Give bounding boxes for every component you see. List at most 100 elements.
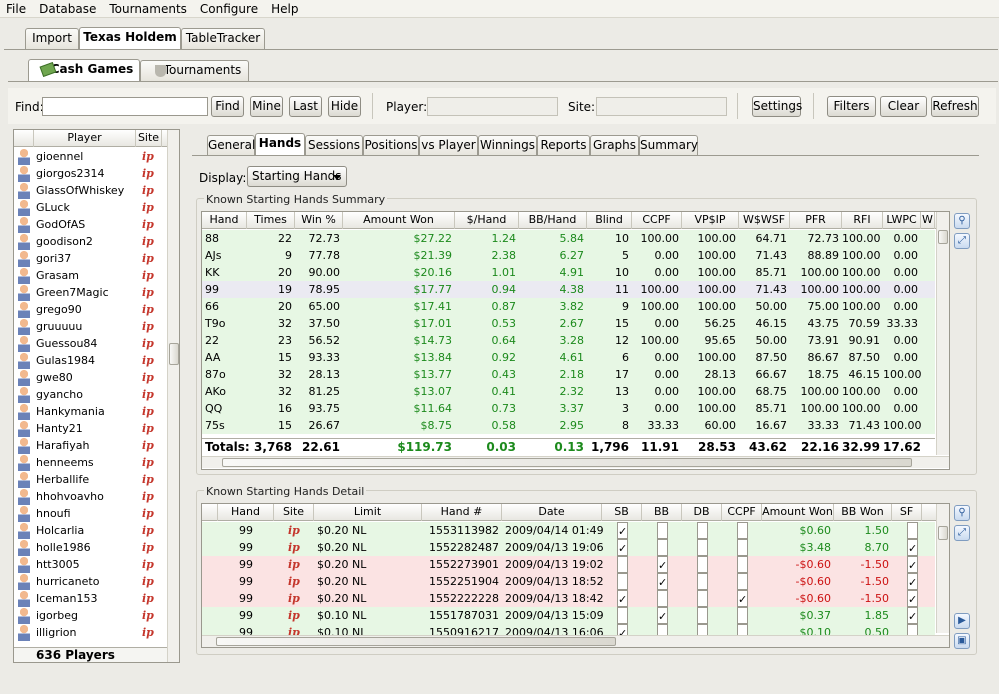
tab-cash-games[interactable]: Cash Games <box>28 59 140 82</box>
find-input[interactable] <box>42 97 208 116</box>
tab-sessions[interactable]: Sessions <box>305 135 363 156</box>
summary-row[interactable]: KK 20 90.00 $20.16 1.01 4.91 10 0.00 100.00 85.71… <box>202 264 935 281</box>
db-checkbox[interactable] <box>697 607 708 624</box>
menu-configure[interactable]: Configure <box>194 0 265 16</box>
player-row[interactable]: hurricaneto ip <box>14 573 167 590</box>
bb-checkbox[interactable]: ✓ <box>657 607 668 624</box>
bb-checkbox[interactable]: ✓ <box>657 556 668 573</box>
menu-tournaments[interactable]: Tournaments <box>103 0 194 16</box>
db-checkbox[interactable] <box>697 590 708 607</box>
summary-col-header[interactable]: BB/Hand <box>519 212 587 229</box>
sf-checkbox[interactable]: ✓ <box>907 539 918 556</box>
summary-col-header[interactable]: PFR <box>790 212 842 229</box>
ccpf-checkbox[interactable] <box>737 522 748 539</box>
detail-vscroll-thumb[interactable] <box>938 526 948 540</box>
menu-database[interactable]: Database <box>33 0 103 16</box>
summary-col-header[interactable]: RFI <box>842 212 883 229</box>
last-button[interactable]: Last <box>289 96 322 117</box>
detail-hscroll[interactable] <box>202 635 949 647</box>
tab-reports[interactable]: Reports <box>537 135 590 156</box>
save-icon[interactable]: ▣ <box>954 633 970 649</box>
mine-button[interactable]: Mine <box>250 96 283 117</box>
player-row[interactable]: gyancho ip <box>14 386 167 403</box>
detail-col-header[interactable]: BB <box>642 504 682 521</box>
db-checkbox[interactable] <box>697 539 708 556</box>
clear-button[interactable]: Clear <box>880 96 927 117</box>
db-checkbox[interactable] <box>697 556 708 573</box>
detail-row[interactable]: 99 ip $0.20 NL 1552222228 2009/04/13 18:42 ✓ ✓… <box>202 590 935 607</box>
filters-button[interactable]: Filters <box>827 96 876 117</box>
summary-col-header[interactable]: Amount Won <box>343 212 455 229</box>
bb-checkbox[interactable] <box>657 522 668 539</box>
sf-checkbox[interactable]: ✓ <box>907 573 918 590</box>
detail-col-header[interactable]: Site <box>274 504 314 521</box>
hide-button[interactable]: Hide <box>328 96 361 117</box>
player-row[interactable]: Grasam ip <box>14 267 167 284</box>
summary-row[interactable]: AA 15 93.33 $13.84 0.92 4.61 6 0.00 100.00 87.50 8… <box>202 349 935 366</box>
sb-checkbox[interactable]: ✓ <box>617 522 628 539</box>
sf-checkbox[interactable]: ✓ <box>907 556 918 573</box>
find-button[interactable]: Find <box>211 96 244 117</box>
ccpf-checkbox[interactable] <box>737 539 748 556</box>
detail-row[interactable]: 99 ip $0.10 NL 1551787031 2009/04/13 15:09 ✓ $… <box>202 607 935 624</box>
detail-col-header[interactable]: CCPF <box>722 504 762 521</box>
summary-vscroll[interactable] <box>936 212 949 455</box>
detail-col-header[interactable]: Hand # <box>422 504 502 521</box>
menu-file[interactable]: File <box>0 0 33 16</box>
summary-col-header[interactable]: Win % <box>295 212 343 229</box>
summary-col-header[interactable]: LWPC <box>883 212 921 229</box>
detail-vscroll[interactable] <box>936 504 949 633</box>
detail-col-header[interactable]: Hand <box>218 504 274 521</box>
sb-checkbox[interactable] <box>617 607 628 624</box>
player-row[interactable]: illigrion ip <box>14 624 167 641</box>
player-row[interactable]: Hanty21 ip <box>14 420 167 437</box>
player-row[interactable]: hhohvoavho ip <box>14 488 167 505</box>
db-checkbox[interactable] <box>697 522 708 539</box>
detail-row[interactable]: 99 ip $0.20 NL 1552282487 2009/04/13 19:06 ✓ $… <box>202 539 935 556</box>
detail-col-header[interactable]: Amount Won <box>762 504 834 521</box>
summary-row[interactable]: QQ 16 93.75 $11.64 0.73 3.37 3 0.00 100.00 85.71 1… <box>202 400 935 417</box>
sb-checkbox[interactable]: ✓ <box>617 539 628 556</box>
tab-summary[interactable]: Summary <box>639 135 698 156</box>
summary-row[interactable]: 99 19 78.95 $17.77 0.94 4.38 11 100.00 100.00 71.… <box>202 281 935 298</box>
summary-row[interactable]: AJs 9 77.78 $21.39 2.38 6.27 5 0.00 100.00 71.43 8… <box>202 247 935 264</box>
refresh-button[interactable]: Refresh <box>931 96 979 117</box>
menu-help[interactable]: Help <box>265 0 305 16</box>
tab-tournaments[interactable]: Tournaments <box>140 60 249 81</box>
sb-checkbox[interactable] <box>617 556 628 573</box>
link-icon[interactable]: ⚲ <box>954 213 970 229</box>
col-site[interactable]: Site <box>136 130 162 147</box>
player-row[interactable]: Hankymania ip <box>14 403 167 420</box>
display-select[interactable]: Starting Hands <box>247 166 347 187</box>
player-row[interactable]: Harafiyah ip <box>14 437 167 454</box>
col-player[interactable]: Player <box>34 130 136 147</box>
player-row[interactable]: Herballife ip <box>14 471 167 488</box>
player-row[interactable]: hnoufi ip <box>14 505 167 522</box>
player-row[interactable]: igorbeg ip <box>14 607 167 624</box>
summary-col-header[interactable]: CCPF <box>632 212 682 229</box>
tab-tabletracker[interactable]: TableTracker <box>181 28 265 49</box>
bb-checkbox[interactable] <box>657 539 668 556</box>
summary-row[interactable]: T9o 32 37.50 $17.01 0.53 2.67 15 0.00 56.25 46.15… <box>202 315 935 332</box>
summary-col-header[interactable]: Times <box>247 212 295 229</box>
summary-hscroll[interactable] <box>202 456 949 468</box>
player-row[interactable]: Guessou84 ip <box>14 335 167 352</box>
detail-row[interactable]: 99 ip $0.20 NL 1553113982 2009/04/14 01:49 ✓ $… <box>202 522 935 539</box>
detail-row[interactable]: 99 ip $0.20 NL 1552251904 2009/04/13 18:52 ✓ -… <box>202 573 935 590</box>
tab-positions[interactable]: Positions <box>363 135 419 156</box>
player-row[interactable]: GLuck ip <box>14 199 167 216</box>
player-row[interactable]: Holcarlia ip <box>14 522 167 539</box>
player-row[interactable]: gruuuuu ip <box>14 318 167 335</box>
tab-general[interactable]: General <box>207 135 255 156</box>
player-row[interactable]: htt3005 ip <box>14 556 167 573</box>
ccpf-checkbox[interactable] <box>737 556 748 573</box>
expand-icon[interactable]: ⤢ <box>954 233 970 249</box>
tab-import[interactable]: Import <box>25 28 79 49</box>
player-row[interactable]: giorgos2314 ip <box>14 165 167 182</box>
bb-checkbox[interactable] <box>657 590 668 607</box>
tab-graphs[interactable]: Graphs <box>590 135 639 156</box>
expand-icon[interactable]: ⤢ <box>954 525 970 541</box>
summary-row[interactable]: 87o 32 28.13 $13.77 0.43 2.18 17 0.00 28.13 66.67… <box>202 366 935 383</box>
player-row[interactable]: Iceman153 ip <box>14 590 167 607</box>
ccpf-checkbox[interactable]: ✓ <box>737 590 748 607</box>
